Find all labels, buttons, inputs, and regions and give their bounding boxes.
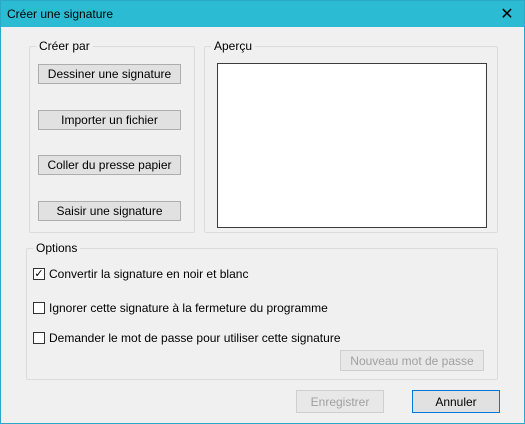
convert-bw-label: Convertir la signature en noir et blanc [49,267,249,281]
preview-legend: Aperçu [211,39,256,53]
title-bar[interactable]: Créer une signature ✕ [1,1,524,27]
ignore-on-exit-option[interactable]: Ignorer cette signature à la fermeture d… [33,301,328,315]
require-password-label: Demander le mot de passe pour utiliser c… [49,331,341,345]
checkbox-ignore-on-exit[interactable] [33,302,45,314]
dialog-window: Créer une signature ✕ Créer par Dessiner… [0,0,525,424]
options-legend: Options [33,241,81,255]
create-by-group: Créer par Dessiner une signature Importe… [29,39,195,233]
close-icon[interactable]: ✕ [490,1,524,27]
save-button[interactable]: Enregistrer [296,390,384,413]
preview-group: Aperçu [204,39,498,233]
new-password-button[interactable]: Nouveau mot de passe [340,350,484,371]
cancel-button[interactable]: Annuler [412,390,500,413]
convert-bw-option[interactable]: ✓ Convertir la signature en noir et blan… [33,267,248,281]
options-group: Options ✓ Convertir la signature en noir… [26,241,498,380]
create-by-legend: Créer par [36,39,93,53]
paste-clipboard-button[interactable]: Coller du presse papier [38,155,181,175]
signature-preview [217,63,487,228]
draw-signature-button[interactable]: Dessiner une signature [38,64,181,84]
ignore-on-exit-label: Ignorer cette signature à la fermeture d… [49,301,328,315]
import-file-button[interactable]: Importer un fichier [38,110,181,130]
require-password-option[interactable]: Demander le mot de passe pour utiliser c… [33,331,341,345]
checkbox-convert-bw[interactable]: ✓ [33,268,45,280]
checkbox-require-password[interactable] [33,332,45,344]
type-signature-button[interactable]: Saisir une signature [38,201,181,221]
window-title: Créer une signature [7,7,114,21]
